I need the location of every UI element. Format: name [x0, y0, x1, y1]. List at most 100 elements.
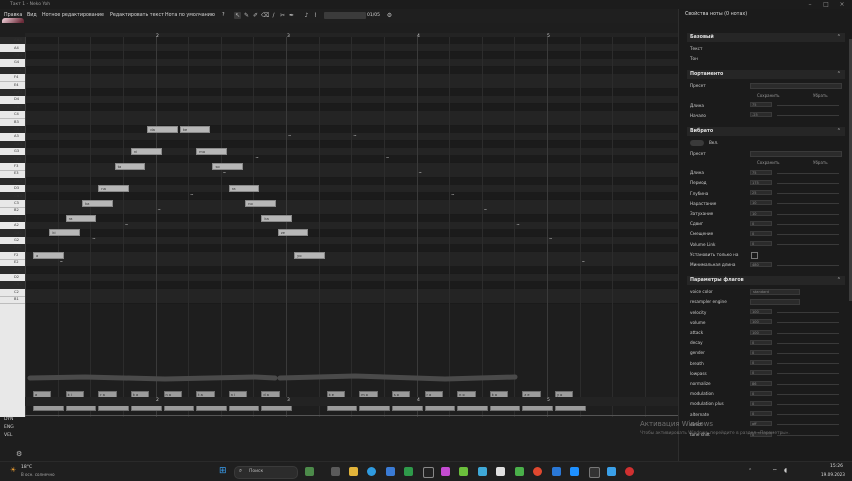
start-button[interactable]: ⊞ [219, 467, 228, 476]
collapse-chevron-icon[interactable]: ⌃ [837, 277, 841, 283]
draw-tool-icon[interactable]: ✎ [243, 12, 250, 19]
panel-section[interactable]: Портаменто ⌃ [687, 70, 845, 80]
property-input[interactable]: 0 [750, 411, 772, 417]
pen-tool-icon[interactable]: ✒ [288, 12, 295, 19]
line-tool-icon[interactable]: ∕ [270, 12, 277, 19]
property-slider[interactable] [777, 233, 839, 235]
minimize-button[interactable]: – [804, 1, 816, 8]
note[interactable]: ra [228, 185, 260, 192]
tray-chevron-icon[interactable]: ⌃ [748, 468, 752, 474]
note[interactable]: so [212, 162, 244, 170]
property-input[interactable]: 0 [750, 220, 772, 226]
app-icon-green[interactable] [404, 467, 413, 476]
snap-icon[interactable]: ♪ [303, 12, 310, 19]
menu-default-note[interactable]: Нота по умолчанию [165, 13, 215, 18]
gear-icon[interactable]: ⚙ [16, 450, 22, 458]
preset-save-button[interactable]: Сохранить [757, 93, 780, 98]
property-input[interactable]: 175 [750, 179, 772, 185]
weather-temp[interactable]: 18°C [21, 465, 32, 470]
piano-keyboard[interactable]: A#4 A4 G#4 G4 F#4 F4 E4 D#4 D4 C#4 C4 B3 A#3 A3 G#3 G3 F… [0, 37, 39, 417]
property-slider[interactable] [777, 332, 839, 334]
note-grid[interactable]: a ~ ki ~ ra ~ ka ~ na ~ ta ~ ni ~ da ~ ke ~ mo ~ so ~ ra ~ no ~ ka… [25, 37, 679, 417]
terminal-icon[interactable] [423, 467, 434, 478]
panel-section[interactable]: Параметры флагов ⌃ [687, 276, 845, 286]
close-button[interactable]: × [836, 1, 848, 8]
menu-note-editing[interactable]: Нотное редактирование [42, 13, 104, 18]
note[interactable]: no [245, 199, 276, 207]
property-slider[interactable] [777, 203, 839, 205]
maximize-button[interactable]: □ [820, 1, 832, 8]
store-icon[interactable] [386, 467, 395, 476]
property-input[interactable]: 0 [750, 349, 772, 355]
property-slider[interactable] [777, 244, 839, 246]
panel-section[interactable]: Вибрато ⌃ [687, 127, 845, 136]
property-slider[interactable] [777, 193, 839, 195]
app-icon-white[interactable] [496, 467, 505, 476]
preset-dropdown[interactable] [750, 82, 842, 89]
property-input[interactable]: 75 [750, 102, 772, 108]
edge-icon[interactable] [367, 467, 376, 476]
network-icon[interactable]: ⌔ [772, 467, 778, 475]
preset-dropdown[interactable]: standard [750, 288, 800, 295]
property-slider[interactable] [777, 312, 839, 314]
app-icon-red[interactable] [625, 467, 634, 476]
menu-help[interactable]: ? [222, 13, 225, 18]
property-input[interactable]: 0 [750, 370, 772, 376]
volume-icon[interactable]: ◖ [784, 467, 787, 474]
property-slider[interactable] [777, 363, 839, 365]
app-icon-dark[interactable] [589, 467, 600, 478]
property-input[interactable]: 0 [750, 400, 772, 406]
app-icon-leaf[interactable] [515, 467, 524, 476]
preset-dropdown[interactable] [750, 298, 800, 305]
note[interactable]: ra [65, 214, 97, 222]
property-slider[interactable] [777, 182, 839, 184]
clock-time[interactable]: 15:26 [830, 464, 843, 469]
note[interactable]: yo [294, 251, 325, 259]
preset-remove-button[interactable]: Убрать [813, 160, 828, 165]
preset-save-button[interactable]: Сохранить [757, 160, 780, 165]
panel-section[interactable]: Базовый ⌃ [687, 33, 845, 42]
note[interactable]: ze [277, 229, 309, 237]
menu-edit-lyrics[interactable]: Редактировать текст [110, 13, 164, 18]
chrome-icon[interactable] [533, 467, 542, 476]
clock-date[interactable]: 19.09.2023 [821, 472, 845, 477]
property-input[interactable]: 0 [750, 360, 772, 366]
property-slider[interactable] [777, 373, 839, 375]
property-input[interactable]: 100 [750, 309, 772, 315]
app-icon-cube[interactable] [552, 467, 561, 476]
note[interactable]: ka [261, 214, 292, 222]
property-slider[interactable] [777, 172, 839, 174]
tone-icon[interactable]: ⌇ [312, 12, 319, 19]
property-input[interactable]: 86 [750, 380, 772, 386]
vibrato-toggle[interactable] [690, 140, 704, 146]
property-slider[interactable] [777, 342, 839, 344]
collapse-chevron-icon[interactable]: ⌃ [837, 128, 841, 134]
note[interactable]: da [147, 125, 178, 133]
preset-dropdown[interactable] [750, 150, 842, 157]
property-input[interactable]: 10 [750, 210, 772, 216]
steam-icon[interactable] [607, 467, 616, 476]
note[interactable]: ta [114, 162, 146, 170]
note[interactable]: ki [49, 229, 80, 237]
toggle-strip[interactable] [324, 12, 366, 19]
knife-tool-icon[interactable]: ✂ [279, 12, 286, 19]
telegram-icon[interactable] [570, 467, 579, 476]
checkbox[interactable] [751, 251, 758, 259]
property-input[interactable]: 480 [750, 261, 772, 267]
bottom-ruler[interactable]: 2 3 4 5 [25, 397, 678, 406]
property-input[interactable]: 10 [750, 200, 772, 206]
lane-dyn[interactable]: DYN [4, 417, 13, 422]
app-icon-purple[interactable] [441, 467, 450, 476]
pointer-tool-icon[interactable]: ↖ [234, 12, 241, 19]
property-slider[interactable] [777, 403, 839, 405]
note[interactable]: a [33, 251, 64, 259]
property-input[interactable]: 0 [750, 230, 772, 236]
note[interactable]: mo [196, 148, 227, 155]
menu-view[interactable]: Вид [27, 13, 37, 18]
brush-tool-icon[interactable]: ✐ [252, 12, 259, 19]
property-slider[interactable] [777, 414, 839, 416]
property-slider[interactable] [777, 322, 839, 324]
eraser-tool-icon[interactable]: ⌫ [261, 12, 269, 19]
property-input[interactable]: 0 [750, 390, 772, 396]
search-box[interactable]: ⌕ Поиск [234, 466, 298, 479]
